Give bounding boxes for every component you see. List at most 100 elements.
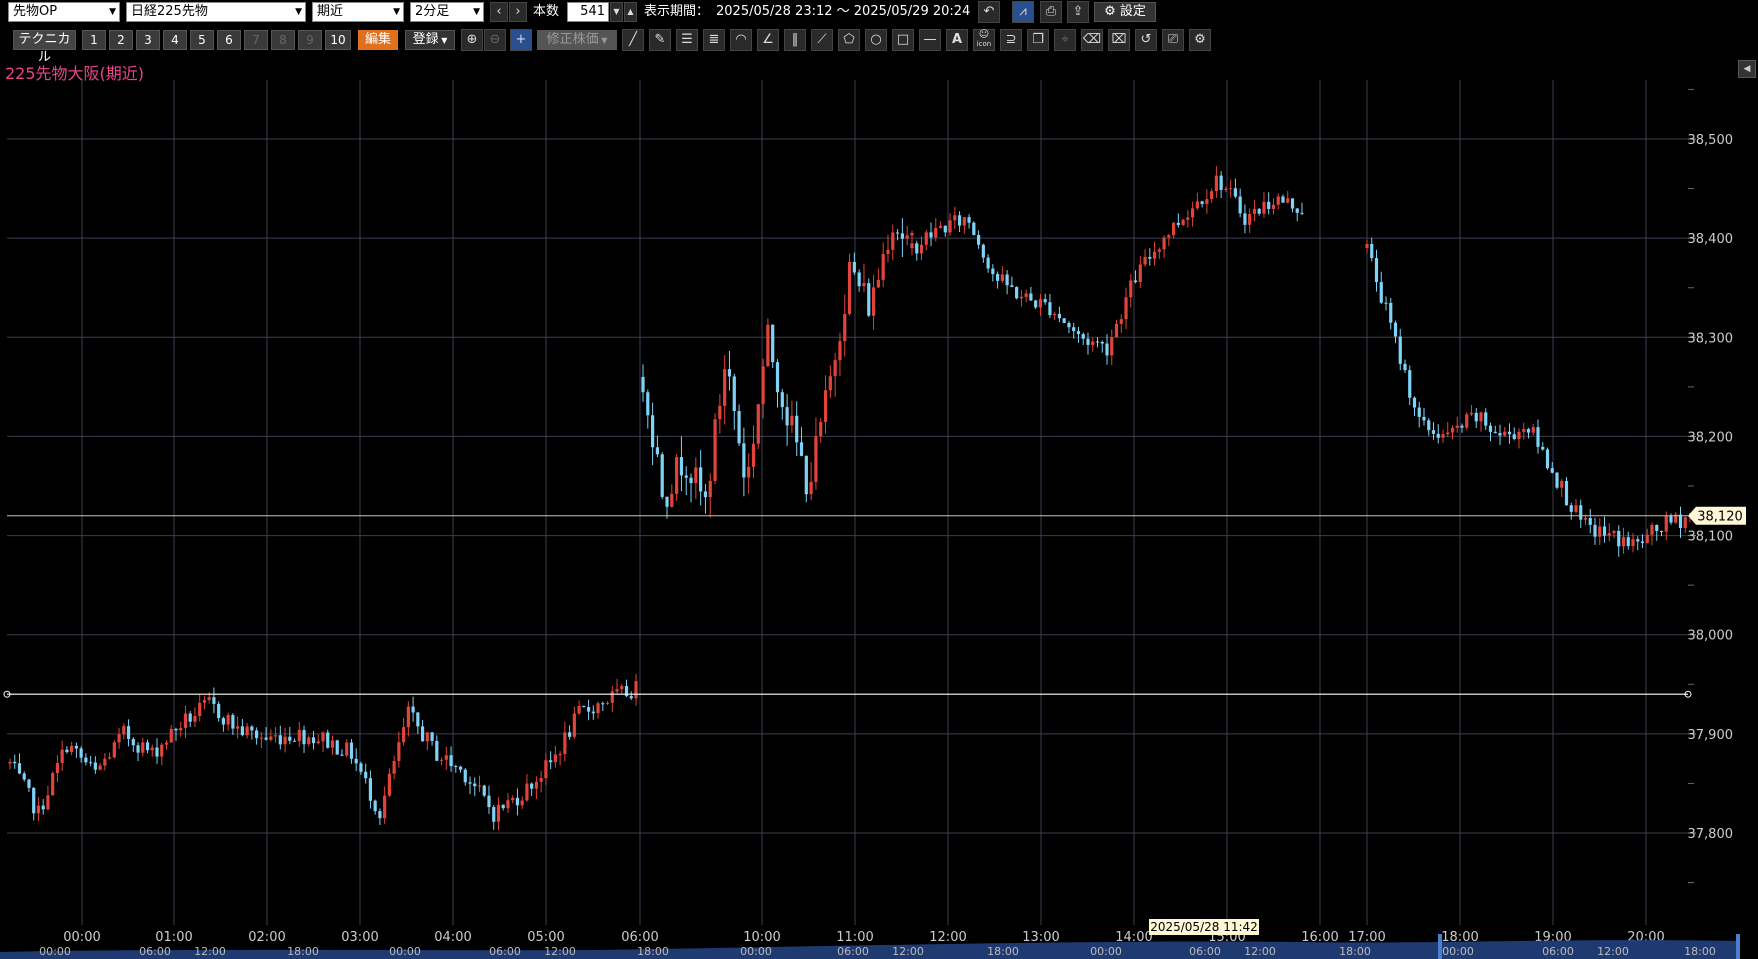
candle-body	[900, 233, 904, 239]
candle-body	[843, 313, 847, 342]
candle-body	[1512, 434, 1516, 439]
candle-body	[51, 773, 55, 796]
candle-body	[699, 467, 703, 492]
candle-body	[463, 769, 467, 783]
candle-body	[41, 805, 45, 810]
candle-body	[867, 283, 871, 316]
candle-body	[1105, 343, 1109, 356]
candle-body	[22, 773, 26, 780]
candle-body	[17, 763, 22, 774]
candle-body	[660, 454, 664, 497]
candle-body	[1138, 264, 1142, 283]
x-tick-label: 02:00	[248, 930, 285, 945]
candle-body	[1488, 425, 1493, 432]
candle-body	[981, 244, 985, 258]
candle-body	[1560, 480, 1564, 488]
candle-body	[98, 765, 102, 770]
candle-body	[1669, 515, 1673, 523]
candle-body	[420, 726, 425, 742]
candle-body	[164, 742, 169, 745]
candle-body	[785, 407, 789, 426]
navigator-label: 18:00	[637, 945, 669, 958]
candle-body	[694, 467, 698, 484]
candle-body	[1171, 222, 1176, 236]
candle-body	[1034, 300, 1038, 308]
candle-body	[895, 232, 900, 234]
candle-body	[1257, 208, 1261, 214]
candle-body	[1659, 530, 1664, 532]
candle-body	[473, 783, 477, 787]
candle-body	[795, 415, 799, 443]
candle-body	[568, 732, 572, 737]
candle-body	[458, 766, 463, 770]
candle-body	[1243, 213, 1247, 225]
candle-body	[610, 691, 614, 703]
x-tick-label: 10:00	[743, 930, 780, 945]
candle-body	[255, 730, 259, 739]
y-tick-label: 38,300	[1688, 331, 1734, 346]
candle-body	[1645, 534, 1649, 543]
candle-body	[1678, 514, 1683, 528]
candle-body	[1133, 280, 1138, 283]
price-chart[interactable]: 37,800 37,900 38,000 38,100 38,200 38,300 38,4…	[0, 0, 1758, 959]
candle-body	[1507, 431, 1512, 435]
candle-body	[1233, 188, 1238, 197]
candle-body	[511, 797, 515, 801]
candle-body	[651, 415, 655, 448]
candle-body	[231, 715, 235, 729]
navigator-label: 00:00	[1090, 945, 1122, 958]
candle-body	[563, 732, 567, 755]
candle-body	[525, 783, 529, 801]
candle-body	[1200, 201, 1204, 205]
candle-body	[131, 739, 135, 746]
candle-body	[1564, 480, 1569, 506]
candle-body	[718, 405, 722, 420]
candle-body	[646, 392, 650, 416]
candle-body	[771, 324, 775, 363]
candle-body	[615, 689, 619, 692]
chart-title: 225先物大阪(期近)	[5, 64, 145, 83]
candle-body	[150, 747, 154, 751]
candle-body	[1148, 257, 1152, 259]
candle-body	[732, 376, 736, 412]
candle-body	[1417, 407, 1421, 417]
candle-body	[27, 779, 31, 788]
candle-body	[1210, 191, 1214, 200]
candle-body	[934, 227, 938, 238]
candle-body	[641, 376, 645, 393]
candle-body	[1583, 518, 1588, 520]
candle-body	[321, 732, 325, 742]
candle-body	[847, 261, 852, 314]
candle-body	[1252, 208, 1257, 214]
y-tick-label: 38,400	[1688, 232, 1734, 247]
candle-body	[534, 781, 539, 789]
candle-body	[1374, 258, 1379, 283]
candle-body	[273, 735, 278, 737]
candle-body	[1398, 336, 1402, 364]
candle-body	[378, 811, 382, 819]
candle-body	[326, 732, 330, 748]
candle-body	[477, 785, 482, 787]
candle-body	[283, 736, 287, 745]
candle-body	[269, 736, 273, 740]
candle-body	[1072, 327, 1076, 332]
candle-body	[84, 757, 88, 763]
candle-body	[454, 766, 458, 768]
x-tick-label: 11:00	[836, 930, 873, 945]
candle-body	[852, 261, 856, 273]
candle-body	[259, 737, 263, 739]
navigator-label: 12:00	[1244, 945, 1276, 958]
navigator-handle-right[interactable]	[1736, 934, 1740, 959]
candle-body	[1370, 244, 1374, 259]
candle-body	[881, 253, 885, 280]
candle-body	[919, 244, 924, 254]
candle-body	[1517, 431, 1521, 439]
candle-body	[250, 726, 254, 731]
candle-body	[1393, 322, 1398, 337]
y-tick-label: 38,000	[1688, 629, 1734, 644]
candle-body	[65, 749, 69, 753]
candle-body	[591, 711, 595, 714]
candle-body	[1422, 416, 1426, 421]
navigator-label: 06:00	[837, 945, 869, 958]
collapse-panel-icon[interactable]: ◀	[1738, 60, 1756, 78]
